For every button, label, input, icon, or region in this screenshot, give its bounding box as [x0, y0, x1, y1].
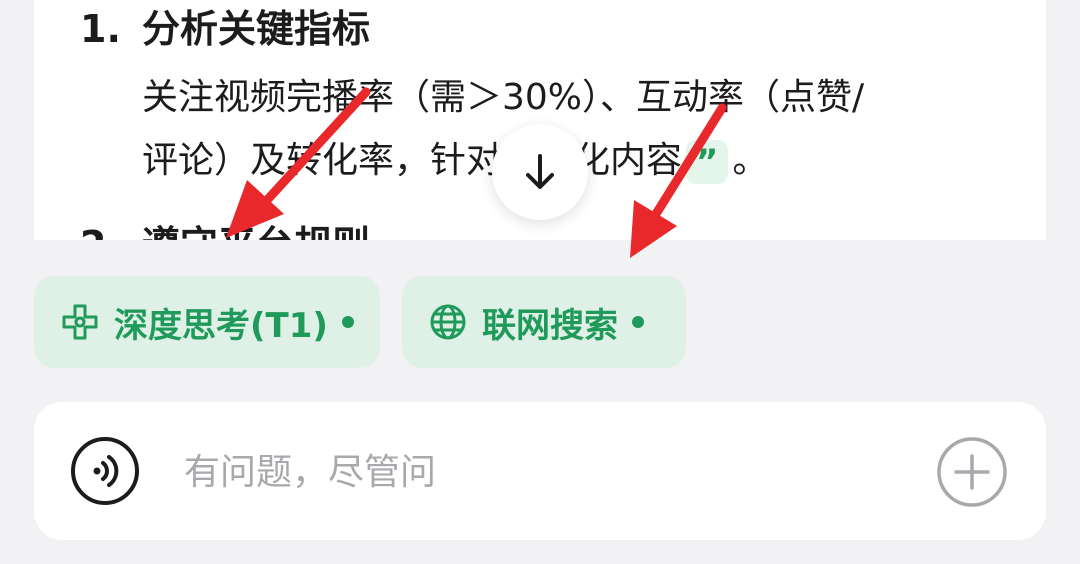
web-search-toggle[interactable]: 联网搜索: [402, 276, 686, 368]
list-item-heading: 1. 分析关键指标: [80, 10, 370, 48]
list-item-text-line-1: 关注视频完播率（需＞30%）、互动率（点赞/: [142, 77, 865, 118]
deep-think-label: 深度思考(T1): [114, 305, 328, 346]
chat-input-bar: [34, 402, 1046, 540]
add-attachment-button[interactable]: [936, 436, 1008, 508]
list-item-number: 2.: [80, 226, 142, 240]
status-dot: [341, 316, 354, 328]
web-search-label: 联网搜索: [482, 305, 618, 346]
list-item-text-line-2: 评论）及转化率，针对性优化内容”。: [142, 140, 768, 184]
chat-input[interactable]: [184, 442, 884, 502]
arrow-down-icon: [526, 154, 554, 189]
deep-think-toggle[interactable]: 深度思考(T1): [34, 276, 380, 368]
list-item-text-segment: 评论）及转化率，针对性优化内容: [142, 140, 683, 181]
voice-input-button[interactable]: [70, 436, 140, 506]
voice-icon: [71, 437, 139, 505]
status-dot: [632, 316, 644, 328]
plus-circle-icon: [937, 437, 1007, 507]
list-item-heading: 2.遵守平台规则: [80, 226, 370, 240]
list-item-text-segment: 。: [732, 140, 769, 181]
list-item-title: 分析关键指标: [142, 7, 371, 51]
scroll-to-bottom-button[interactable]: [492, 124, 588, 220]
globe-icon: [430, 304, 466, 340]
citation-quote-badge[interactable]: ”: [686, 140, 729, 184]
list-item-number: 1.: [80, 7, 121, 51]
list-item-title: 遵守平台规则: [142, 223, 370, 240]
deep-think-icon: [62, 304, 98, 340]
